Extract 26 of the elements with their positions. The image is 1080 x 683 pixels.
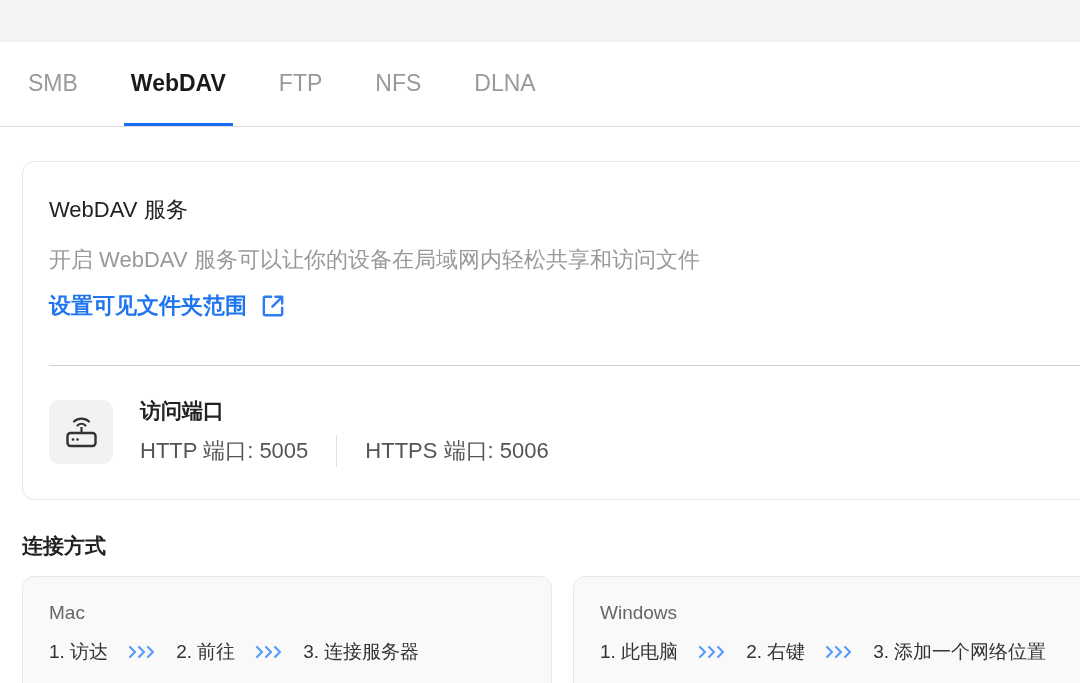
step-text: 3. 添加一个网络位置: [873, 640, 1047, 664]
step-text: 1. 访达: [49, 640, 109, 664]
platform-name: Windows: [600, 601, 679, 625]
section-title: 连接方式: [22, 533, 107, 559]
ports-title: 访问端口: [140, 399, 225, 423]
step-text: 1. 此电脑: [600, 640, 679, 664]
chevrons-icon: [825, 645, 854, 659]
platform-name: Mac: [49, 601, 86, 625]
service-title: WebDAV 服务: [49, 196, 189, 224]
chevrons-icon: [255, 645, 284, 659]
tab[interactable]: DLNA: [467, 42, 543, 126]
step-text: 2. 右键: [746, 640, 806, 664]
tab[interactable]: NFS: [368, 42, 429, 126]
step-text: 3. 连接服务器: [303, 640, 420, 664]
tab[interactable]: FTP: [271, 42, 330, 126]
chevrons-icon: [698, 645, 727, 659]
port-number: HTTP 端口: 5005: [140, 437, 309, 465]
folder-scope-link[interactable]: 设置可见文件夹范围: [49, 291, 284, 321]
external-link-icon: [262, 295, 284, 317]
router-icon: [49, 400, 113, 464]
chevrons-icon: [128, 645, 157, 659]
tab[interactable]: WebDAV: [123, 42, 233, 126]
service-description: 开启 WebDAV 服务可以让你的设备在局域网内轻松共享和访问文件: [49, 246, 701, 274]
port-number: HTTPS 端口: 5006: [365, 437, 549, 465]
tab[interactable]: SMB: [21, 42, 85, 126]
step-text: 2. 前往: [176, 640, 236, 664]
